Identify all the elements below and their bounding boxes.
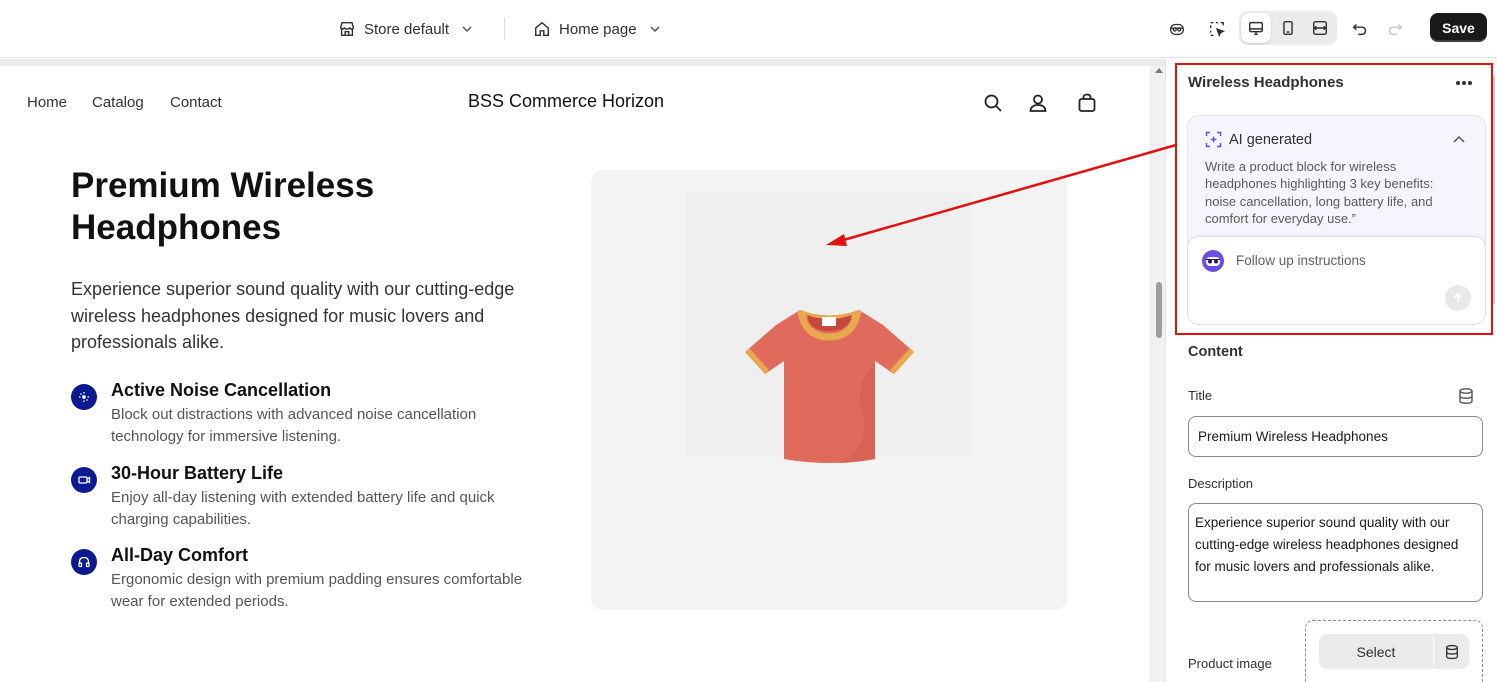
fullwidth-view-button[interactable]: [1305, 13, 1335, 43]
more-icon: [1456, 81, 1472, 85]
desktop-icon: [1248, 21, 1264, 36]
preview-scrollbar-thumb[interactable]: [1156, 282, 1162, 338]
select-cursor-icon: [1210, 22, 1226, 38]
inspector-button[interactable]: [1202, 14, 1232, 44]
ai-assistant-button[interactable]: [1162, 14, 1192, 44]
robot-icon: [1170, 23, 1184, 36]
content-section-label: Content: [1188, 344, 1243, 360]
more-options-button[interactable]: [1452, 73, 1476, 93]
follow-up-box: [1187, 236, 1486, 325]
ai-prompt-text: Write a product block for wireless headp…: [1205, 159, 1434, 226]
noise-icon: [71, 384, 97, 410]
redo-icon: [1388, 23, 1403, 36]
store-icon: [339, 21, 355, 37]
undo-button[interactable]: [1345, 14, 1375, 44]
editor-topbar: Store default Home page Save: [0, 0, 1497, 58]
fullwidth-icon: [1312, 20, 1328, 36]
tshirt-image[interactable]: [743, 307, 915, 465]
description-textarea[interactable]: Experience superior sound quality with o…: [1188, 503, 1483, 602]
ai-panel-header[interactable]: AI generated: [1205, 131, 1312, 148]
chevron-down-icon: [462, 26, 472, 33]
follow-up-input[interactable]: [1236, 253, 1436, 268]
viewport-toggle-group: [1239, 11, 1337, 45]
chevron-up-icon[interactable]: [1451, 132, 1467, 148]
topbar-divider: [504, 18, 505, 40]
send-button[interactable]: [1445, 285, 1471, 311]
redo-button[interactable]: [1380, 14, 1410, 44]
nav-link-home[interactable]: Home: [27, 94, 67, 111]
title-input[interactable]: [1188, 416, 1483, 457]
save-button[interactable]: Save: [1430, 13, 1487, 42]
description-field-label: Description: [1188, 476, 1254, 491]
home-icon: [534, 21, 550, 37]
select-image-button[interactable]: Select: [1319, 634, 1433, 669]
robot-avatar-icon: [1202, 250, 1224, 272]
image-source-button[interactable]: [1434, 634, 1469, 669]
page-selector[interactable]: Home page: [533, 15, 661, 43]
battery-icon: [71, 467, 97, 493]
hero-description: Experience superior sound quality with o…: [71, 279, 515, 352]
nav-link-contact[interactable]: Contact: [170, 94, 222, 111]
mobile-icon: [1283, 20, 1293, 36]
cart-icon[interactable]: [1076, 92, 1098, 114]
mobile-view-button[interactable]: [1273, 13, 1303, 43]
account-icon[interactable]: [1027, 92, 1049, 114]
storefront-preview: Home Catalog Contact BSS Commerce Horizo…: [0, 66, 1150, 682]
feature-title: Active Noise Cancellation: [111, 380, 332, 400]
chevron-down-icon: [650, 26, 660, 33]
page-selector-label: Home page: [559, 20, 637, 38]
block-title: Wireless Headphones: [1188, 74, 1344, 91]
store-name[interactable]: BSS Commerce Horizon: [468, 91, 664, 112]
ai-sparkle-icon: [1205, 131, 1222, 148]
preview-scrollbar[interactable]: [1151, 66, 1165, 682]
feature-description: Ergonomic design with premium padding en…: [111, 571, 523, 610]
product-image-label: Product image: [1188, 656, 1272, 671]
feature-description: Enjoy all-day listening with extended ba…: [111, 489, 495, 528]
store-selector-label: Store default: [364, 20, 450, 38]
nav-link-catalog[interactable]: Catalog: [92, 94, 144, 111]
search-icon[interactable]: [982, 92, 1004, 114]
feature-description: Block out distractions with advanced noi…: [111, 406, 477, 445]
hero-title: Premium Wireless Headphones: [71, 166, 375, 247]
scroll-up-arrow[interactable]: [1155, 68, 1163, 73]
ai-panel-title: AI generated: [1229, 131, 1313, 148]
arrow-up-icon: [1453, 292, 1463, 302]
store-selector[interactable]: Store default: [338, 15, 473, 43]
database-icon[interactable]: [1457, 387, 1475, 405]
database-icon: [1445, 644, 1458, 659]
desktop-view-button[interactable]: [1241, 13, 1271, 43]
sidebar-scrollbar-thumb[interactable]: [1491, 75, 1495, 305]
feature-title: All-Day Comfort: [111, 545, 249, 565]
undo-icon: [1352, 23, 1367, 36]
title-field-label: Title: [1188, 388, 1213, 403]
feature-title: 30-Hour Battery Life: [111, 463, 284, 483]
headphones-icon: [71, 549, 97, 575]
